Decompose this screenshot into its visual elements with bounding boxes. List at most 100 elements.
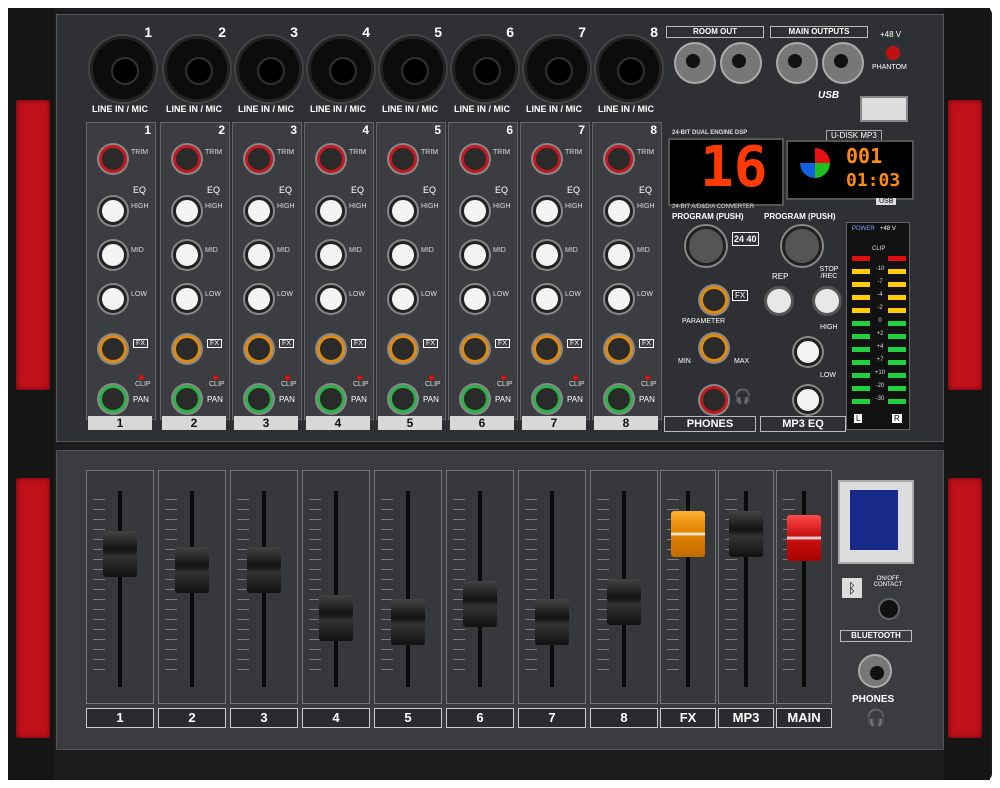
fx-send-knob[interactable] xyxy=(173,335,201,363)
eq-high-knob[interactable] xyxy=(317,197,345,225)
trim-knob[interactable] xyxy=(605,145,633,173)
mid-label: MID xyxy=(493,247,506,254)
eq-low-knob[interactable] xyxy=(245,285,273,313)
fader-cap[interactable] xyxy=(319,595,353,641)
eq-mid-knob[interactable] xyxy=(99,241,127,269)
bluetooth-pair-button[interactable] xyxy=(878,598,900,620)
fx-send-knob[interactable] xyxy=(461,335,489,363)
trim-knob[interactable] xyxy=(317,145,345,173)
fader-track xyxy=(334,491,338,687)
fader-cap[interactable] xyxy=(729,511,763,557)
eq-low-knob[interactable] xyxy=(605,285,633,313)
eq-low-knob[interactable] xyxy=(173,285,201,313)
trim-knob[interactable] xyxy=(99,145,127,173)
phones-level-knob[interactable] xyxy=(700,386,728,414)
eq-high-knob[interactable] xyxy=(461,197,489,225)
eq-high-knob[interactable] xyxy=(245,197,273,225)
eq-mid-knob[interactable] xyxy=(533,241,561,269)
meter-level-label: -4 xyxy=(877,292,883,298)
fx-send-knob[interactable] xyxy=(389,335,417,363)
pan-knob[interactable] xyxy=(461,385,489,413)
pan-knob[interactable] xyxy=(245,385,273,413)
eq-high-knob[interactable] xyxy=(99,197,127,225)
trim-knob[interactable] xyxy=(461,145,489,173)
room-out-l-jack[interactable] xyxy=(674,42,716,84)
fader-cap[interactable] xyxy=(463,581,497,627)
eq-low-knob[interactable] xyxy=(99,285,127,313)
low-label: LOW xyxy=(131,291,147,298)
fx-send-knob[interactable] xyxy=(317,335,345,363)
fx-send-knob[interactable] xyxy=(99,335,127,363)
stop-rec-button[interactable] xyxy=(812,286,842,316)
eq-low-knob[interactable] xyxy=(317,285,345,313)
eq-mid-knob[interactable] xyxy=(389,241,417,269)
trim-knob[interactable] xyxy=(173,145,201,173)
fader-cap[interactable] xyxy=(103,531,137,577)
fader-cap[interactable] xyxy=(247,547,281,593)
dsp-program-knob[interactable] xyxy=(686,226,726,266)
pan-knob[interactable] xyxy=(317,385,345,413)
trim-knob[interactable] xyxy=(389,145,417,173)
mp3-eq-low-knob[interactable] xyxy=(794,386,822,414)
fader-cap[interactable] xyxy=(787,515,821,561)
pan-knob[interactable] xyxy=(173,385,201,413)
channel-number: 1 xyxy=(144,24,152,40)
eq-low-knob[interactable] xyxy=(461,285,489,313)
pan-knob[interactable] xyxy=(99,385,127,413)
eq-high-knob[interactable] xyxy=(605,197,633,225)
right-rack-ear xyxy=(944,8,990,780)
clip-label: CLIP xyxy=(209,381,225,388)
trim-knob[interactable] xyxy=(533,145,561,173)
eq-low-knob[interactable] xyxy=(533,285,561,313)
channel-footer-label: 8 xyxy=(594,416,658,430)
fx-level-knob[interactable] xyxy=(700,286,728,314)
fader-cap[interactable] xyxy=(535,599,569,645)
pan-knob[interactable] xyxy=(389,385,417,413)
control-strip: 1 TRIM EQ HIGH MID LOW FX CLIP PAN xyxy=(86,122,156,420)
main-out-r-jack[interactable] xyxy=(822,42,864,84)
eq-label: EQ xyxy=(279,185,293,195)
usb-port[interactable] xyxy=(860,96,908,122)
combo-input-jack[interactable] xyxy=(380,36,446,102)
meter-led-r xyxy=(888,347,906,352)
main-out-l-jack[interactable] xyxy=(776,42,818,84)
phones-output-jack[interactable] xyxy=(858,654,892,688)
eq-low-knob[interactable] xyxy=(389,285,417,313)
rep-button[interactable] xyxy=(764,286,794,316)
eq-mid-knob[interactable] xyxy=(317,241,345,269)
eq-high-knob[interactable] xyxy=(533,197,561,225)
low-label: LOW xyxy=(637,291,653,298)
parameter-knob[interactable] xyxy=(700,334,728,362)
combo-input-jack[interactable] xyxy=(524,36,590,102)
combo-input-jack[interactable] xyxy=(596,36,662,102)
trim-label: TRIM xyxy=(421,149,439,156)
mp3-eq-high-knob[interactable] xyxy=(794,338,822,366)
combo-input-jack[interactable] xyxy=(308,36,374,102)
fader-cap[interactable] xyxy=(175,547,209,593)
combo-input-jack[interactable] xyxy=(236,36,302,102)
combo-input-jack[interactable] xyxy=(452,36,518,102)
mp3-program-knob[interactable] xyxy=(782,226,822,266)
pan-knob[interactable] xyxy=(533,385,561,413)
fx-send-knob[interactable] xyxy=(245,335,273,363)
eq-high-knob[interactable] xyxy=(173,197,201,225)
eq-mid-knob[interactable] xyxy=(245,241,273,269)
fader-cap[interactable] xyxy=(607,579,641,625)
fader-slot-2 xyxy=(158,470,226,704)
combo-input-jack[interactable] xyxy=(164,36,230,102)
room-out-r-jack[interactable] xyxy=(720,42,762,84)
fader-cap[interactable] xyxy=(671,511,705,557)
eq-mid-knob[interactable] xyxy=(173,241,201,269)
eq-high-knob[interactable] xyxy=(389,197,417,225)
fx-send-knob[interactable] xyxy=(605,335,633,363)
combo-input-jack[interactable] xyxy=(90,36,156,102)
pan-knob[interactable] xyxy=(605,385,633,413)
fader-cap[interactable] xyxy=(391,599,425,645)
eq-mid-knob[interactable] xyxy=(461,241,489,269)
phantom-button[interactable] xyxy=(884,44,902,62)
fx-level-label: FX xyxy=(732,290,749,301)
line-mic-label: LINE IN / MIC xyxy=(598,104,654,114)
trim-knob[interactable] xyxy=(245,145,273,173)
eq-mid-knob[interactable] xyxy=(605,241,633,269)
fx-send-knob[interactable] xyxy=(533,335,561,363)
